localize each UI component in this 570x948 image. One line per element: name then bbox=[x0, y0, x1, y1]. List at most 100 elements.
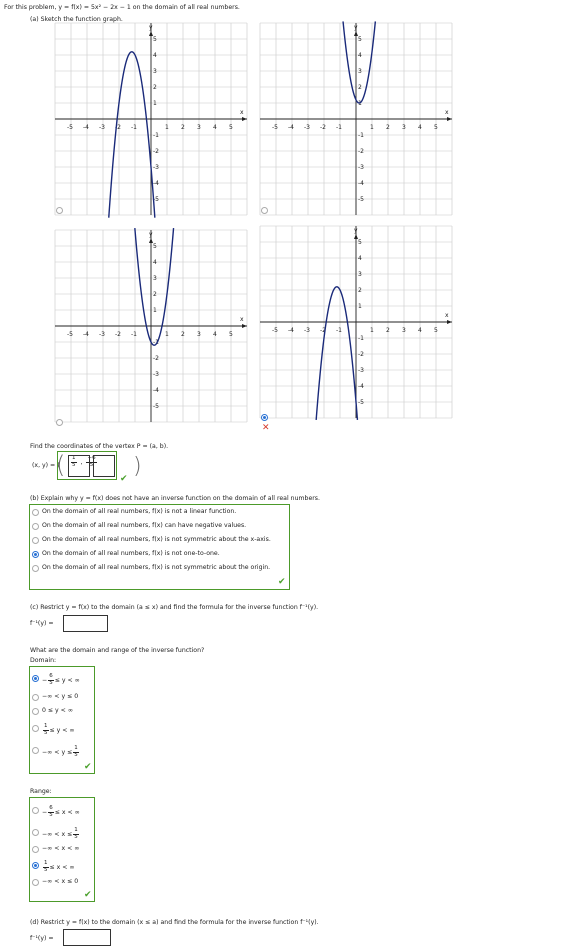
graph-svg: xy-5 -4 -3 -2 -1 1 2 3 4 554321-1-2-3-4-5 bbox=[54, 228, 248, 423]
x-tick-label: 1 bbox=[370, 124, 374, 131]
part-c-inverse-input[interactable] bbox=[63, 615, 108, 632]
y-tick-label: -3 bbox=[153, 371, 159, 378]
range-option-label: −∞ < x ≤ 15 bbox=[42, 827, 79, 840]
x-tick-label: -3 bbox=[304, 124, 310, 131]
part-d-inverse-input[interactable] bbox=[63, 929, 111, 946]
x-tick-label: 2 bbox=[181, 124, 185, 131]
range-option-radio[interactable] bbox=[32, 879, 39, 886]
x-tick-label: 5 bbox=[434, 327, 438, 334]
domain-option-radio[interactable] bbox=[32, 708, 39, 715]
parabola-curve bbox=[315, 286, 359, 420]
part-b-option-label: On the domain of all real numbers, f(x) … bbox=[42, 522, 247, 529]
graph-option-c[interactable]: x y -5 -4 -3 -2 -1 1 2 3 4 5 5 4 3 2 1 -1 -2 -3 -4 -5 bbox=[54, 228, 248, 423]
y-tick-label: 4 bbox=[153, 259, 157, 266]
part-c-prompt: (c) Restrict y = f(x) to the domain (a ≤… bbox=[30, 604, 319, 611]
y-tick-label: -2 bbox=[358, 351, 364, 358]
part-d-inverse-label: f⁻¹(y) = bbox=[30, 935, 54, 942]
y-tick-label: 3 bbox=[153, 68, 157, 75]
x-tick-label: 4 bbox=[213, 331, 217, 338]
graph-radio-c[interactable] bbox=[56, 419, 63, 426]
x-tick-label: 4 bbox=[213, 124, 217, 131]
x-axis-label: x bbox=[240, 316, 244, 323]
graph-svg: xy-5 -4 -3 -2 -1 1 2 3 4 554321-1-2-3-4-5 bbox=[54, 22, 248, 218]
part-b-option-radio[interactable] bbox=[32, 537, 39, 544]
x-tick-label: 4 bbox=[418, 124, 422, 131]
graph-radio-a[interactable] bbox=[56, 207, 63, 214]
x-tick-label: -5 bbox=[272, 327, 278, 334]
graph-svg: xy-5 -4 -3 -2 -1 1 2 3 4 554321-1-2-3-4-5 bbox=[259, 225, 453, 420]
range-option-radio[interactable] bbox=[32, 846, 39, 853]
y-tick-label: 4 bbox=[358, 255, 362, 262]
part-b-check-icon: ✔ bbox=[278, 577, 286, 587]
domain-option-label: − 65 ≤ y < ∞ bbox=[42, 673, 80, 686]
part-b-option-label: On the domain of all real numbers, f(x) … bbox=[42, 508, 237, 515]
graph-wrong-icon: ✕ bbox=[262, 423, 270, 433]
y-tick-label: -5 bbox=[358, 196, 364, 203]
x-tick-label: -5 bbox=[67, 331, 73, 338]
vertex-x-input[interactable] bbox=[68, 455, 90, 477]
x-tick-label: 2 bbox=[386, 327, 390, 334]
domain-option-radio[interactable] bbox=[32, 675, 39, 682]
x-tick-label: 2 bbox=[181, 331, 185, 338]
part-b-option-label: On the domain of all real numbers, f(x) … bbox=[42, 564, 271, 571]
x-tick-label: -1 bbox=[131, 331, 137, 338]
y-axis-label: y bbox=[149, 24, 153, 31]
domain-option-radio[interactable] bbox=[32, 694, 39, 701]
vertex-y-input[interactable] bbox=[93, 455, 115, 477]
x-tick-label: -2 bbox=[115, 331, 121, 338]
y-tick-label: -4 bbox=[153, 180, 159, 187]
x-tick-label: 5 bbox=[434, 124, 438, 131]
x-tick-label: -4 bbox=[288, 327, 294, 334]
part-b-option-radio[interactable] bbox=[32, 509, 39, 516]
part-b-option-label: On the domain of all real numbers, f(x) … bbox=[42, 536, 271, 543]
graph-option-d[interactable]: x y -5 -4 -3 -2 -1 1 2 3 4 5 5 4 3 2 1 -1 -2 -3 -4 -5 bbox=[259, 225, 453, 420]
y-tick-label: 5 bbox=[153, 243, 157, 250]
x-tick-label: -4 bbox=[83, 124, 89, 131]
range-option-radio[interactable] bbox=[32, 807, 39, 814]
y-tick-label: 1 bbox=[153, 100, 157, 107]
y-tick-label: -5 bbox=[358, 399, 364, 406]
part-b-options-box bbox=[29, 504, 290, 590]
graph-option-b[interactable]: x y -5 -4 -3 -2 -1 1 2 3 4 5 5 4 3 2 1 -1 -2 -3 -4 -5 bbox=[259, 21, 453, 216]
part-a-label: (a) Sketch the function graph. bbox=[30, 16, 123, 23]
y-tick-label: 2 bbox=[358, 287, 362, 294]
domain-option-label: 15 ≤ y < ∞ bbox=[43, 723, 75, 736]
y-tick-label: -1 bbox=[358, 335, 364, 342]
part-c-inverse-label: f⁻¹(y) = bbox=[30, 620, 54, 627]
domain-option-radio[interactable] bbox=[32, 725, 39, 732]
range-option-radio[interactable] bbox=[32, 862, 39, 869]
graph-option-a[interactable]: x y -5 -4 -3 -2 -1 1 2 3 4 5 5 4 3 2 1 -1 -2 -3 -4 -5 bbox=[54, 22, 248, 218]
part-b-option-radio[interactable] bbox=[32, 551, 39, 558]
graph-svg: xy-5 -4 -3 -2 -1 1 2 3 4 554321-1-2-3-4-5 bbox=[259, 21, 453, 216]
range-option-radio[interactable] bbox=[32, 829, 39, 836]
x-tick-label: 1 bbox=[165, 331, 169, 338]
x-tick-label: 3 bbox=[197, 331, 201, 338]
x-tick-label: -2 bbox=[320, 124, 326, 131]
range-label: Range: bbox=[30, 788, 52, 795]
y-axis-label: y bbox=[354, 227, 358, 234]
graph-radio-d[interactable] bbox=[261, 414, 268, 421]
range-check-icon: ✔ bbox=[84, 890, 92, 900]
x-tick-label: 5 bbox=[229, 331, 233, 338]
part-b-option-radio[interactable] bbox=[32, 523, 39, 530]
domain-check-icon: ✔ bbox=[84, 762, 92, 772]
domain-option-label: −∞ < y ≤ 15 bbox=[42, 745, 79, 758]
y-tick-label: 1 bbox=[153, 307, 157, 314]
domain-option-radio[interactable] bbox=[32, 747, 39, 754]
y-tick-label: 5 bbox=[358, 239, 362, 246]
y-tick-label: -3 bbox=[358, 164, 364, 171]
vertex-answer-box[interactable]: ( 15 , −6 5 bbox=[56, 451, 117, 480]
part-d-prompt: (d) Restrict y = f(x) to the domain (x ≤… bbox=[30, 919, 319, 926]
domain-option-label: 0 ≤ y < ∞ bbox=[42, 707, 73, 714]
vertex-check-icon: ✔ bbox=[120, 474, 128, 484]
x-tick-label: -4 bbox=[83, 331, 89, 338]
part-b-prompt: (b) Explain why y = f(x) does not have a… bbox=[30, 495, 320, 502]
y-tick-label: -2 bbox=[358, 148, 364, 155]
y-tick-label: 4 bbox=[358, 52, 362, 59]
range-option-label: −∞ < x < ∞ bbox=[42, 845, 80, 852]
part-b-option-radio[interactable] bbox=[32, 565, 39, 572]
range-option-label: −∞ < x ≤ 0 bbox=[42, 878, 79, 885]
x-tick-label: 5 bbox=[229, 124, 233, 131]
graph-radio-b[interactable] bbox=[261, 207, 268, 214]
x-tick-label: 3 bbox=[197, 124, 201, 131]
